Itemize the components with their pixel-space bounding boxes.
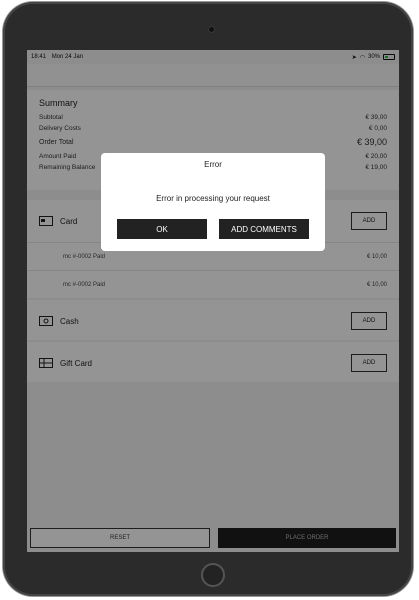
home-button[interactable] (201, 563, 225, 587)
screen: 18:41 Mon 24 Jan ➤ ◠ 30% Summary Subtota… (27, 50, 399, 552)
error-dialog: Error Error in processing your request O… (101, 153, 325, 251)
front-camera (208, 26, 215, 33)
modal-overlay (27, 50, 399, 552)
ok-button[interactable]: OK (117, 219, 207, 239)
dialog-message: Error in processing your request (156, 194, 270, 203)
dialog-title: Error (204, 160, 222, 169)
add-comments-button[interactable]: ADD COMMENTS (219, 219, 309, 239)
tablet-frame: 18:41 Mon 24 Jan ➤ ◠ 30% Summary Subtota… (3, 2, 413, 596)
dialog-actions: OK ADD COMMENTS (117, 219, 309, 239)
